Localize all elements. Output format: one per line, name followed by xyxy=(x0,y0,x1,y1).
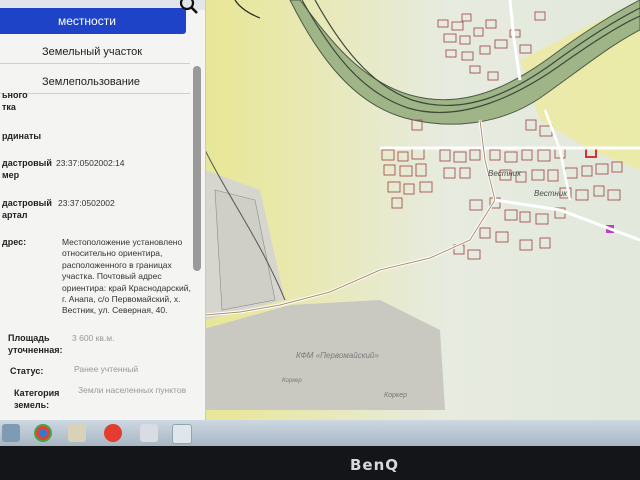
bottom-label-2: Коркер xyxy=(384,392,407,399)
place-label-2: Вестник xyxy=(534,189,568,198)
address-label: дрес: xyxy=(2,237,27,247)
yandex-browser-icon[interactable] xyxy=(172,424,192,444)
category-label-2: земель: xyxy=(14,400,50,410)
field-label-fragment-2: тка xyxy=(2,102,16,112)
search-type-select[interactable]: местности xyxy=(0,8,186,34)
address-line: участка. Почтовый адрес xyxy=(62,271,162,282)
bottom-label-1: Коркер xyxy=(282,378,302,384)
address-line: г. Анапа, с/о Первомайский, х. xyxy=(62,294,181,305)
status-value: Ранее учтенный xyxy=(74,364,139,374)
coords-label: рдинаты xyxy=(2,131,42,141)
field-label-fragment: ьного xyxy=(2,90,28,100)
area-label-2: уточненная: xyxy=(8,345,63,355)
address-line: расположенного в границах xyxy=(62,259,172,270)
cad-number-value: 23:37:0502002:14 xyxy=(56,158,125,168)
address-line: относительно ориентира, xyxy=(62,248,163,259)
start-icon[interactable] xyxy=(2,424,20,442)
status-label: Статус: xyxy=(10,366,44,376)
category-label: Категория xyxy=(14,388,60,398)
cad-number-label-2: мер xyxy=(2,170,20,180)
info-panel: местности Земельный участок Землепользов… xyxy=(0,0,206,420)
monitor-bezel xyxy=(0,446,640,480)
file-explorer-icon[interactable] xyxy=(68,424,86,442)
screen: Вестник Вестник КФМ «Первомайский» Корке… xyxy=(0,0,640,420)
cad-quarter-label: дастровый xyxy=(2,198,52,208)
app-icon[interactable] xyxy=(140,424,158,442)
taskbar xyxy=(0,420,640,446)
category-value: Земли населенных пунктов xyxy=(78,385,187,395)
place-label-1: Вестник xyxy=(488,169,522,178)
area-value: 3 600 кв.м. xyxy=(72,333,115,343)
object-type-land-plot[interactable]: Земельный участок xyxy=(0,40,190,64)
address-value: Местоположение установлено относительно … xyxy=(62,237,202,317)
yandex-icon[interactable] xyxy=(104,424,122,442)
cad-quarter-label-2: артал xyxy=(2,210,28,220)
address-line: Вестник, ул. Северная, 40. xyxy=(62,305,168,316)
address-line: Местоположение установлено xyxy=(62,237,183,247)
monitor-brand-logo: BenQ xyxy=(350,456,400,474)
cad-quarter-value: 23:37:0502002 xyxy=(58,198,115,208)
object-type-land-use[interactable]: Землепользование xyxy=(0,70,190,94)
cad-number-label: дастровый xyxy=(2,158,52,168)
address-line: ориентира: край Краснодарский, xyxy=(62,282,191,293)
chrome-icon[interactable] xyxy=(34,424,52,442)
search-icon[interactable] xyxy=(178,0,200,16)
farm-label: КФМ «Первомайский» xyxy=(296,351,379,360)
area-label: Площадь xyxy=(8,333,50,343)
